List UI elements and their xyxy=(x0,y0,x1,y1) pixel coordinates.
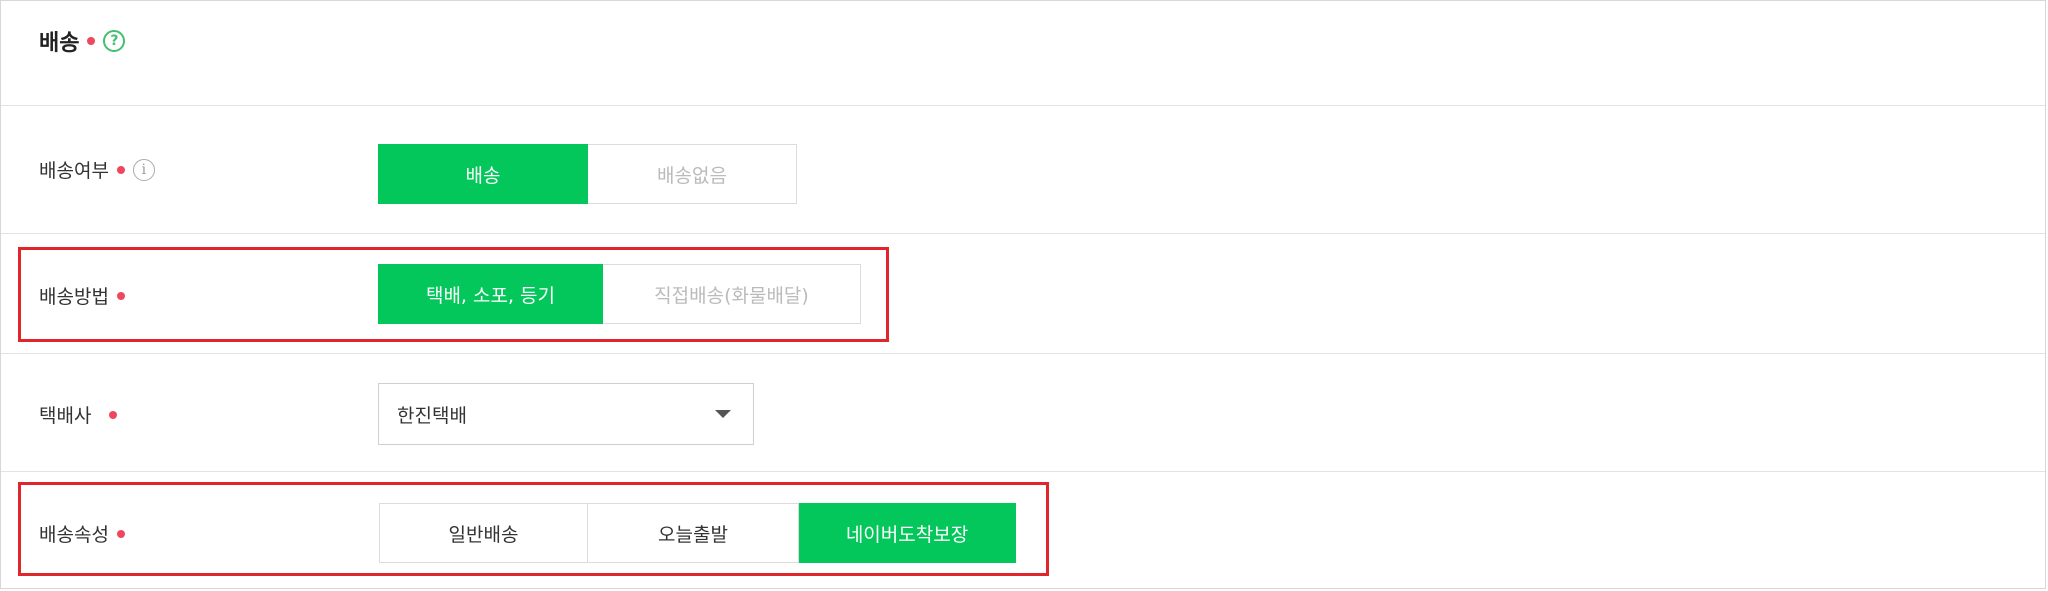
courier-select-value: 한진택배 xyxy=(397,404,467,427)
option-delivery-button[interactable]: 배송 xyxy=(378,144,588,204)
row-delivery-option: 배송여부 i 배송 배송없음 xyxy=(1,106,2045,234)
method-direct-button[interactable]: 직접배송(화물배달) xyxy=(603,264,861,324)
method-parcel-button[interactable]: 택배, 소포, 등기 xyxy=(378,264,603,324)
question-circle-icon[interactable]: ? xyxy=(103,30,126,52)
delivery-option-label-text: 배송여부 xyxy=(39,160,109,182)
delivery-method-label: 배송방법 xyxy=(39,282,125,309)
section-header: 배송 ? xyxy=(1,1,2045,106)
delivery-settings-panel: 배송 ? 배송여부 i 배송 배송없음 배송방법 택배, 소포, 등기 직접배송… xyxy=(0,0,2046,589)
delivery-attribute-label-text: 배송속성 xyxy=(39,524,109,546)
required-dot xyxy=(116,291,125,300)
delivery-option-toggle: 배송 배송없음 xyxy=(378,144,797,204)
delivery-option-label: 배송여부 i xyxy=(39,156,155,183)
section-title-text: 배송 xyxy=(39,31,80,56)
required-dot xyxy=(87,37,96,45)
required-dot xyxy=(109,410,118,419)
attribute-naver-guarantee-button[interactable]: 네이버도착보장 xyxy=(799,503,1016,563)
row-courier: 택배사 한진택배 xyxy=(1,354,2045,472)
chevron-down-icon xyxy=(715,410,731,418)
row-delivery-attribute: 배송속성 일반배송 오늘출발 네이버도착보장 xyxy=(1,472,2045,590)
courier-label-text: 택배사 xyxy=(39,405,92,427)
courier-select[interactable]: 한진택배 xyxy=(378,383,754,445)
delivery-attribute-label: 배송속성 xyxy=(39,520,125,547)
required-dot xyxy=(116,529,125,538)
courier-label: 택배사 xyxy=(39,401,118,428)
info-circle-icon[interactable]: i xyxy=(132,158,155,181)
delivery-attribute-toggle: 일반배송 오늘출발 네이버도착보장 xyxy=(379,503,1016,563)
option-no-delivery-button[interactable]: 배송없음 xyxy=(588,144,797,204)
delivery-method-label-text: 배송방법 xyxy=(39,286,109,308)
attribute-standard-button[interactable]: 일반배송 xyxy=(379,503,588,563)
section-title: 배송 ? xyxy=(39,25,126,57)
row-delivery-method: 배송방법 택배, 소포, 등기 직접배송(화물배달) xyxy=(1,234,2045,354)
attribute-today-button[interactable]: 오늘출발 xyxy=(588,503,799,563)
delivery-method-toggle: 택배, 소포, 등기 직접배송(화물배달) xyxy=(378,264,861,324)
required-dot xyxy=(116,165,125,174)
